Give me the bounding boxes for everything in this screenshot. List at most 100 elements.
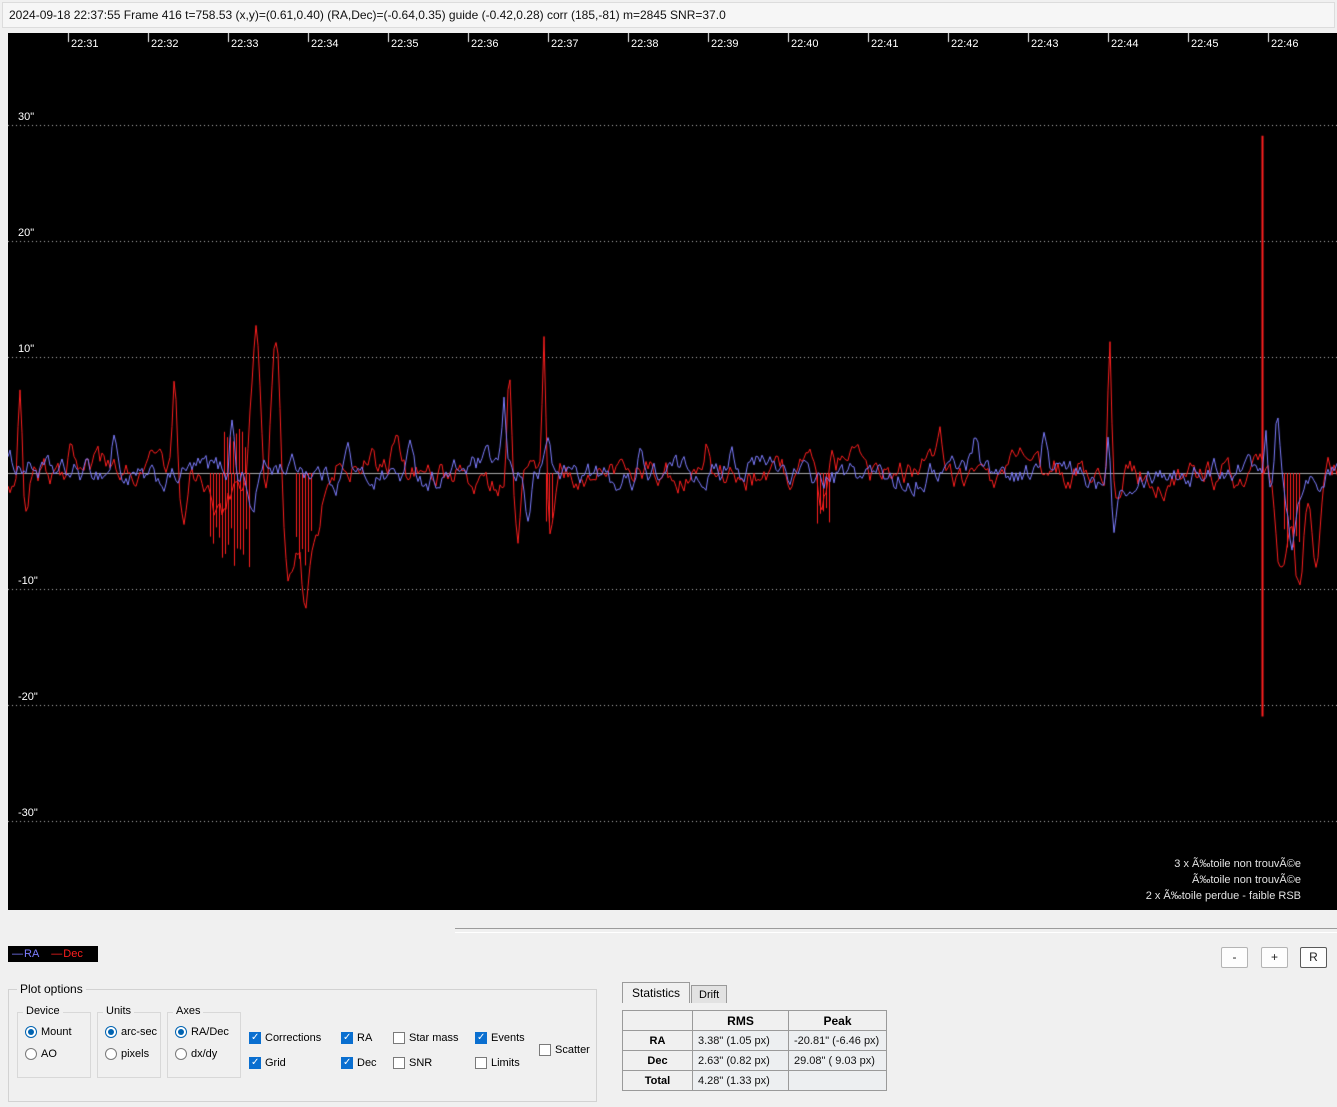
time-axis-label: 22:44 xyxy=(1111,38,1139,50)
radio-label: RA/Dec xyxy=(191,1026,229,1038)
radio-label: Mount xyxy=(41,1026,72,1038)
device-group-label: Device xyxy=(23,1005,63,1017)
time-axis-label: 22:32 xyxy=(151,38,179,50)
y-axis-label: 10" xyxy=(18,343,35,355)
legend-dash: — xyxy=(12,948,23,960)
checkbox-label: Dec xyxy=(357,1057,377,1069)
checkbox-limits[interactable]: Limits xyxy=(475,1057,520,1069)
checkbox-indicator xyxy=(249,1057,261,1069)
time-axis-label: 22:37 xyxy=(551,38,579,50)
legend-label: RA xyxy=(24,948,40,960)
radio-dx-dy[interactable]: dx/dy xyxy=(175,1048,240,1060)
legend-item-ra: — RA xyxy=(12,948,39,960)
legend-item-dec: — Dec xyxy=(51,948,83,960)
radio-label: pixels xyxy=(121,1048,150,1060)
checkbox-indicator xyxy=(249,1032,261,1044)
checkbox-label: Corrections xyxy=(265,1032,322,1044)
radio-indicator xyxy=(175,1048,187,1060)
radio-indicator xyxy=(25,1048,37,1060)
checkbox-label: Star mass xyxy=(409,1032,459,1044)
stats-rms-value: 3.38" (1.05 px) xyxy=(692,1030,789,1051)
stats-peak-value: 29.08" ( 9.03 px) xyxy=(788,1050,887,1071)
stats-rms-value: 2.63" (0.82 px) xyxy=(692,1050,789,1071)
time-axis-label: 22:43 xyxy=(1031,38,1059,50)
zoom-out-button[interactable]: - xyxy=(1221,947,1248,968)
checkbox-events[interactable]: Events xyxy=(475,1032,525,1044)
checkbox-indicator xyxy=(341,1032,353,1044)
stats-peak-value: -20.81" (-6.46 px) xyxy=(788,1030,887,1051)
axes-radio-list: RA/Dec dx/dy xyxy=(168,1013,240,1060)
radio-label: AO xyxy=(41,1048,57,1060)
device-group: Device Mount AO xyxy=(17,1005,91,1078)
radio-indicator xyxy=(105,1026,117,1038)
stats-column-header xyxy=(622,1010,693,1031)
radio-indicator xyxy=(175,1026,187,1038)
tab-drift[interactable]: Drift xyxy=(691,985,728,1003)
device-radio-list: Mount AO xyxy=(18,1013,90,1060)
time-axis-label: 22:42 xyxy=(951,38,979,50)
radio-ra-dec[interactable]: RA/Dec xyxy=(175,1026,240,1038)
checkbox-indicator xyxy=(393,1032,405,1044)
stats-row-label: Total xyxy=(622,1070,693,1091)
guide-event-message: Ã‰toile non trouvÃ©e xyxy=(1192,874,1301,886)
time-axis-label: 22:31 xyxy=(71,38,99,50)
stats-row: RA 3.38" (1.05 px) -20.81" (-6.46 px) xyxy=(622,1030,887,1051)
time-axis-label: 22:35 xyxy=(391,38,419,50)
radio-arc-sec[interactable]: arc-sec xyxy=(105,1026,160,1038)
radio-pixels[interactable]: pixels xyxy=(105,1048,160,1060)
checkbox-star-mass[interactable]: Star mass xyxy=(393,1032,459,1044)
plot-options-title: Plot options xyxy=(17,982,86,996)
stats-column-header: RMS xyxy=(692,1010,789,1031)
stats-row: Dec 2.63" (0.82 px) 29.08" ( 9.03 px) xyxy=(622,1050,887,1071)
radio-label: dx/dy xyxy=(191,1048,218,1060)
graph-splitter[interactable] xyxy=(455,928,1337,933)
units-group: Units arc-sec pixels xyxy=(97,1005,161,1078)
checkbox-dec[interactable]: Dec xyxy=(341,1057,377,1069)
guiding-graph-canvas xyxy=(8,33,1337,910)
checkbox-label: Scatter xyxy=(555,1044,590,1056)
time-axis-label: 22:41 xyxy=(871,38,899,50)
radio-label: arc-sec xyxy=(121,1026,158,1038)
checkbox-snr[interactable]: SNR xyxy=(393,1057,432,1069)
tab-statistics[interactable]: Statistics xyxy=(622,982,691,1003)
stats-peak-value xyxy=(788,1070,887,1091)
checkbox-indicator xyxy=(539,1044,551,1056)
radio-indicator xyxy=(105,1048,117,1060)
checkbox-label: Grid xyxy=(265,1057,286,1069)
axes-group: Axes RA/Dec dx/dy xyxy=(167,1005,241,1078)
time-axis-label: 22:40 xyxy=(791,38,819,50)
time-axis-label: 22:36 xyxy=(471,38,499,50)
statistics-panel: Statistics Drift RMS Peak RA 3.38" (1.05 px… xyxy=(622,982,894,1091)
checkbox-label: SNR xyxy=(409,1057,433,1069)
checkbox-label: Events xyxy=(491,1032,525,1044)
stats-row-label: Dec xyxy=(622,1050,693,1071)
y-axis-label: -20" xyxy=(18,691,38,703)
checkbox-scatter[interactable]: Scatter xyxy=(539,1044,590,1056)
time-axis-label: 22:34 xyxy=(311,38,339,50)
y-axis-label: 20" xyxy=(18,227,35,239)
axes-group-label: Axes xyxy=(173,1005,204,1017)
stats-header-row: RMS Peak xyxy=(622,1010,887,1031)
y-axis-label: -30" xyxy=(18,807,38,819)
units-radio-list: arc-sec pixels xyxy=(98,1013,160,1060)
checkbox-corrections[interactable]: Corrections xyxy=(249,1032,321,1044)
time-axis-label: 22:33 xyxy=(231,38,259,50)
radio-mount[interactable]: Mount xyxy=(25,1026,90,1038)
checkbox-grid[interactable]: Grid xyxy=(249,1057,286,1069)
guiding-graph: 3 x Ã‰toile non trouvÃ©e Ã‰toile non trou… xyxy=(8,33,1337,910)
radio-indicator xyxy=(25,1026,37,1038)
stats-rms-value: 4.28" (1.33 px) xyxy=(692,1070,789,1091)
reset-button[interactable]: R xyxy=(1300,947,1327,968)
guide-event-message: 2 x Ã‰toile perdue - faible RSB xyxy=(1145,890,1301,902)
y-axis-label: -10" xyxy=(18,575,38,587)
checkbox-ra[interactable]: RA xyxy=(341,1032,372,1044)
graph-legend: — RA — Dec xyxy=(8,946,98,962)
radio-ao[interactable]: AO xyxy=(25,1048,90,1060)
guide-event-message: 3 x Ã‰toile non trouvÃ©e xyxy=(1174,858,1301,870)
status-bar: 2024-09-18 22:37:55 Frame 416 t=758.53 (… xyxy=(2,2,1335,28)
zoom-in-button[interactable]: + xyxy=(1261,947,1288,968)
checkbox-indicator xyxy=(475,1032,487,1044)
stats-row-label: RA xyxy=(622,1030,693,1051)
units-group-label: Units xyxy=(103,1005,135,1017)
checkbox-label: Limits xyxy=(491,1057,520,1069)
